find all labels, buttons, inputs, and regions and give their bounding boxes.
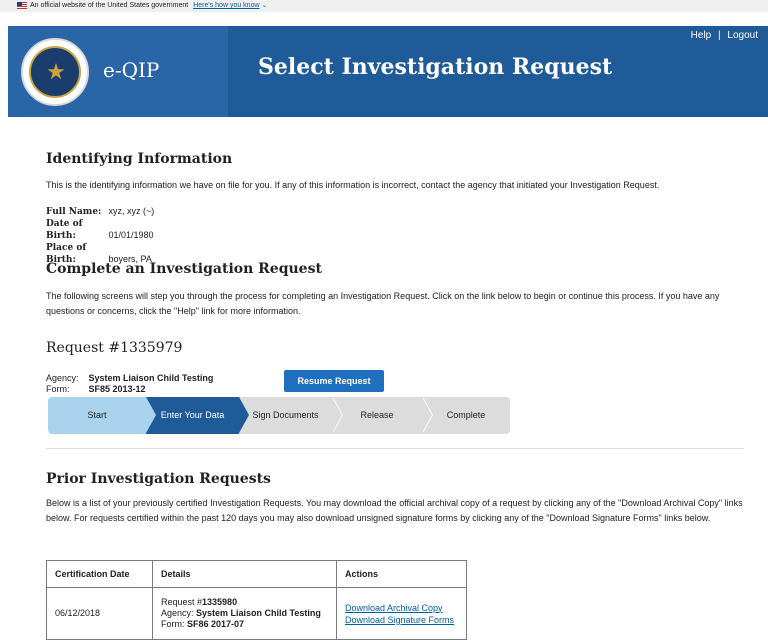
detail-form-value: SF86 2017-07: [187, 619, 245, 629]
official-gov-banner: An official website of the United States…: [0, 0, 768, 12]
complete-request-description: The following screens will step you thro…: [46, 291, 720, 316]
help-link[interactable]: Help: [691, 30, 712, 41]
dob-row: Date of Birth: 01/01/1980: [46, 218, 154, 242]
section-divider: [46, 448, 744, 449]
seal-ring: ★: [29, 46, 81, 98]
form-row: Form: SF85 2013-12: [46, 384, 213, 395]
detail-agency-label: Agency:: [161, 608, 197, 618]
full-name-row: Full Name: xyz, xyz (~): [46, 205, 154, 218]
full-name-value: xyz, xyz (~): [108, 206, 155, 216]
certification-date-cell: 06/12/2018: [46, 587, 153, 640]
column-details: Details: [152, 560, 337, 588]
download-archival-copy-link[interactable]: Download Archival Copy: [345, 602, 458, 614]
form-label: Form:: [46, 384, 70, 394]
details-cell: Request #1335980 Agency: System Liaison …: [152, 587, 337, 640]
request-meta: Agency: System Liaison Child Testing For…: [46, 373, 213, 395]
eagle-icon: ★: [46, 59, 66, 84]
column-certification-date: Certification Date: [46, 560, 153, 588]
dob-value: 01/01/1980: [108, 230, 154, 240]
step-arrow-icon: [239, 397, 249, 433]
heres-how-you-know-link[interactable]: Here's how you know: [193, 2, 259, 9]
table-row: 06/12/2018 Request #1335980 Agency: Syst…: [46, 587, 467, 640]
prior-requests-title: Prior Investigation Requests: [46, 471, 271, 487]
progress-steps: Start Enter Your Data Sign Documents Rel…: [48, 397, 510, 434]
agency-label: Agency:: [46, 373, 79, 383]
step-enter-your-data[interactable]: Enter Your Data: [146, 397, 239, 434]
detail-request-label: Request #: [161, 597, 203, 607]
full-name-label: Full Name:: [46, 207, 102, 217]
step-release[interactable]: Release: [332, 397, 422, 434]
logout-link[interactable]: Logout: [727, 30, 758, 41]
step-arrow-icon: [422, 397, 432, 433]
identifying-info-title: Identifying Information: [46, 151, 233, 167]
complete-request-title: Complete an Investigation Request: [46, 261, 322, 277]
step-arrow-icon: [332, 397, 342, 433]
detail-agency: Agency: System Liaison Child Testing: [161, 608, 328, 619]
site-header: ★ e-QIP Select Investigation Request Hel…: [8, 26, 768, 117]
download-signature-forms-link[interactable]: Download Signature Forms: [345, 614, 458, 626]
identifying-info-description: This is the identifying information we h…: [46, 180, 660, 190]
header-links: Help | Logout: [691, 30, 758, 41]
agency-row: Agency: System Liaison Child Testing: [46, 373, 213, 384]
agency-value: System Liaison Child Testing: [88, 373, 214, 383]
detail-form-label: Form:: [161, 619, 187, 629]
prior-requests-table: Certification Date Details Actions 06/12…: [46, 560, 467, 640]
table-header-row: Certification Date Details Actions: [46, 560, 467, 588]
step-start[interactable]: Start: [48, 397, 146, 434]
actions-cell: Download Archival Copy Download Signatur…: [336, 587, 467, 640]
request-number: Request #1335979: [46, 340, 183, 356]
brand-block: ★ e-QIP: [8, 26, 228, 117]
chevron-down-icon[interactable]: ⌄: [261, 2, 267, 9]
detail-request: Request #1335980: [161, 597, 328, 608]
step-sign-documents[interactable]: Sign Documents: [239, 397, 332, 434]
prior-requests-description: Below is a list of your previously certi…: [46, 498, 743, 523]
form-value: SF85 2013-12: [88, 384, 146, 394]
step-complete[interactable]: Complete: [422, 397, 510, 434]
detail-form: Form: SF86 2017-07: [161, 619, 328, 630]
us-flag-icon: [17, 2, 27, 9]
column-actions: Actions: [336, 560, 467, 588]
detail-request-number: 1335980: [202, 597, 238, 607]
dob-label: Date of Birth:: [46, 219, 83, 241]
gov-banner-text: An official website of the United States…: [30, 2, 189, 9]
header-link-separator: |: [718, 30, 721, 41]
brand-name[interactable]: e-QIP: [103, 58, 159, 82]
detail-agency-value: System Liaison Child Testing: [196, 608, 321, 618]
step-arrow-icon: [146, 397, 156, 433]
identifying-fields: Full Name: xyz, xyz (~) Date of Birth: 0…: [46, 205, 154, 266]
page-title: Select Investigation Request: [258, 54, 613, 80]
opm-seal-logo: ★: [21, 38, 89, 106]
resume-request-button[interactable]: Resume Request: [284, 370, 384, 392]
